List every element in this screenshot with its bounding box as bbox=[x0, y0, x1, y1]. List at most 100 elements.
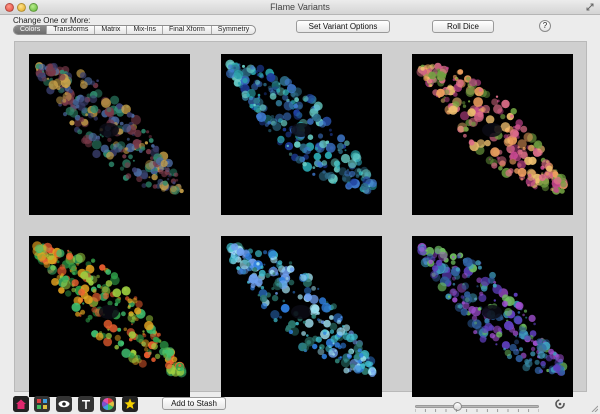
fractal-particle bbox=[324, 172, 332, 180]
fractal-particle bbox=[144, 141, 148, 145]
segment-colors[interactable]: Colors bbox=[14, 26, 48, 34]
fractal-particle bbox=[517, 167, 527, 177]
home-icon bbox=[13, 396, 29, 412]
color-button[interactable] bbox=[100, 396, 116, 412]
fractal-particle bbox=[457, 69, 464, 75]
fractal-particle bbox=[134, 307, 142, 315]
fractal-particle bbox=[260, 265, 264, 269]
fractal-particle bbox=[438, 251, 448, 262]
fractal-particle bbox=[257, 93, 261, 97]
fractal-image bbox=[416, 62, 568, 195]
fractal-particle bbox=[545, 172, 549, 176]
fractal-particle bbox=[288, 261, 293, 265]
fractal-particle bbox=[272, 272, 276, 276]
fractal-particle bbox=[258, 269, 266, 277]
variant-thumbnail[interactable] bbox=[29, 236, 190, 397]
add-to-stash-button[interactable]: Add to Stash bbox=[162, 397, 226, 410]
variant-thumbnail[interactable] bbox=[412, 54, 573, 215]
segment-mix-ins[interactable]: Mix-Ins bbox=[127, 26, 163, 34]
fractal-particle bbox=[455, 267, 461, 272]
fractal-particle bbox=[144, 321, 154, 331]
fractal-particle bbox=[179, 367, 185, 372]
segment-matrix[interactable]: Matrix bbox=[95, 26, 128, 34]
fractal-particle bbox=[271, 294, 279, 302]
variant-thumbnail[interactable] bbox=[221, 236, 382, 397]
fractal-particle bbox=[527, 144, 535, 152]
fractal-particle bbox=[126, 137, 130, 141]
fractal-particle bbox=[468, 306, 476, 314]
fractal-particle bbox=[330, 303, 337, 310]
fractal-particle bbox=[432, 265, 439, 272]
fractal-particle bbox=[272, 266, 275, 269]
favorite-button[interactable] bbox=[122, 396, 138, 412]
fractal-particle bbox=[346, 333, 355, 343]
fractal-particle bbox=[69, 108, 79, 118]
fractal-particle bbox=[248, 273, 259, 284]
home-button[interactable] bbox=[13, 396, 29, 412]
fractal-particle bbox=[256, 73, 260, 77]
zoom-slider[interactable] bbox=[415, 402, 539, 411]
fractal-particle bbox=[423, 75, 429, 82]
fractal-particle bbox=[527, 173, 532, 178]
fractal-particle bbox=[318, 120, 326, 128]
fractal-particle bbox=[309, 294, 319, 304]
segment-final-xform[interactable]: Final Xform bbox=[163, 26, 212, 34]
resize-grip-icon[interactable] bbox=[590, 404, 598, 412]
fractal-particle bbox=[302, 161, 307, 167]
fractal-particle bbox=[259, 294, 268, 303]
text-button[interactable] bbox=[78, 396, 94, 412]
refresh-icon[interactable] bbox=[555, 399, 565, 409]
fractal-particle bbox=[509, 129, 519, 138]
roll-dice-button[interactable]: Roll Dice bbox=[432, 20, 494, 33]
fractal-particle bbox=[236, 248, 245, 256]
fractal-particle bbox=[336, 319, 342, 325]
fractal-image bbox=[417, 242, 568, 376]
fractal-particle bbox=[468, 139, 475, 146]
fractal-particle bbox=[332, 353, 335, 356]
fractal-particle bbox=[56, 249, 65, 258]
fractal-particle bbox=[436, 71, 446, 82]
variant-thumbnail[interactable] bbox=[29, 54, 190, 215]
fractal-core bbox=[291, 123, 311, 137]
variant-thumbnail[interactable] bbox=[221, 54, 382, 215]
title-bar: Flame Variants bbox=[0, 0, 600, 15]
segment-transforms[interactable]: Transforms bbox=[47, 26, 96, 34]
help-button[interactable]: ? bbox=[539, 20, 551, 32]
fractal-particle bbox=[121, 286, 131, 296]
fractal-particle bbox=[465, 262, 469, 266]
fractal-particle bbox=[284, 142, 294, 151]
fractal-particle bbox=[71, 287, 76, 293]
fractal-particle bbox=[268, 87, 274, 93]
fractal-particle bbox=[452, 282, 456, 286]
segment-symmetry[interactable]: Symmetry bbox=[212, 26, 255, 34]
fractal-particle bbox=[255, 250, 262, 258]
grid-button[interactable] bbox=[34, 396, 50, 412]
fractal-particle bbox=[146, 130, 150, 134]
preview-button[interactable] bbox=[56, 396, 72, 412]
fractal-particle bbox=[317, 318, 320, 321]
fractal-particle bbox=[46, 77, 50, 80]
fractal-particle bbox=[124, 147, 128, 151]
fractal-particle bbox=[458, 304, 463, 309]
fractal-particle bbox=[87, 112, 94, 119]
fractal-particle bbox=[134, 144, 140, 150]
set-variant-options-button[interactable]: Set Variant Options bbox=[296, 20, 390, 33]
fractal-particle bbox=[429, 63, 436, 70]
fractal-particle bbox=[312, 166, 316, 169]
fractal-particle bbox=[233, 69, 244, 80]
fractal-particle bbox=[119, 166, 125, 171]
fullscreen-icon[interactable] bbox=[586, 3, 594, 11]
fractal-particle bbox=[436, 88, 445, 98]
fractal-particle bbox=[530, 351, 536, 357]
fractal-particle bbox=[80, 72, 87, 79]
fractal-particle bbox=[79, 312, 82, 315]
fractal-particle bbox=[503, 134, 508, 139]
fractal-particle bbox=[278, 138, 284, 143]
fractal-particle bbox=[510, 108, 517, 115]
variant-thumbnail[interactable] bbox=[412, 236, 573, 397]
fractal-particle bbox=[495, 95, 499, 98]
fractal-particle bbox=[280, 119, 288, 127]
fractal-particle bbox=[317, 149, 321, 153]
fractal-particle bbox=[425, 249, 428, 252]
fractal-particle bbox=[81, 137, 88, 144]
